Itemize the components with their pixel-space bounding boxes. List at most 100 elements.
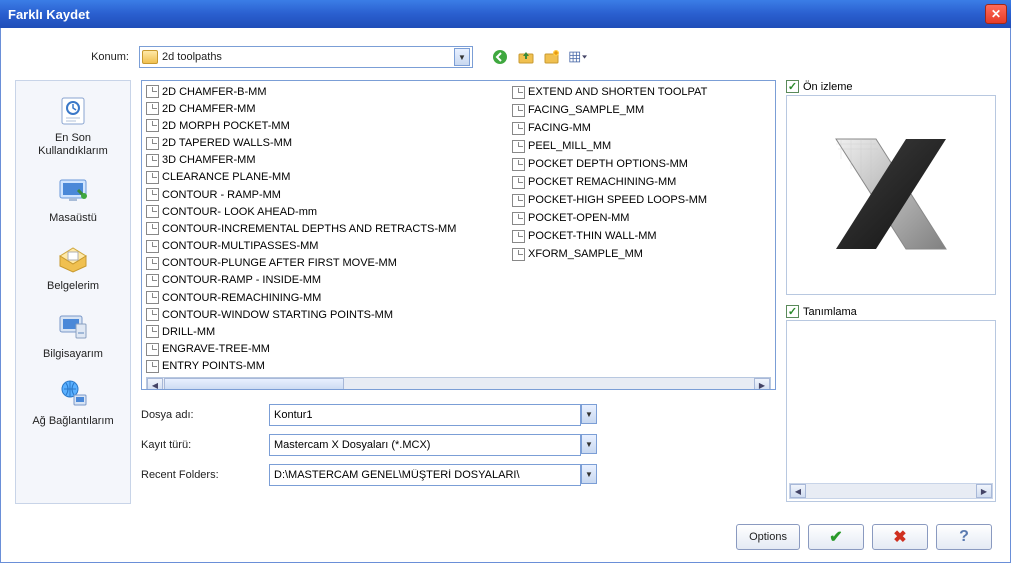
file-name: ENGRAVE-TREE-MM bbox=[162, 343, 270, 355]
file-item[interactable]: ENTRY POINTS-MM bbox=[146, 358, 512, 375]
chevron-down-icon[interactable]: ▼ bbox=[581, 404, 597, 424]
file-item[interactable]: 2D MORPH POCKET-MM bbox=[146, 117, 512, 134]
file-icon bbox=[512, 194, 525, 207]
file-item[interactable]: POCKET REMACHINING-MM bbox=[512, 173, 713, 191]
description-box[interactable]: ◀ ▶ bbox=[786, 320, 996, 502]
recent-folders-select[interactable] bbox=[269, 464, 581, 486]
dialog-body: Konum: 2d toolpaths ▼ bbox=[0, 28, 1011, 563]
file-name: CONTOUR- LOOK AHEAD-mm bbox=[162, 206, 317, 218]
file-icon bbox=[146, 240, 159, 253]
preview-checkbox[interactable]: ✓ bbox=[786, 80, 799, 93]
back-icon[interactable] bbox=[491, 48, 509, 66]
file-icon bbox=[146, 308, 159, 321]
file-item[interactable]: 2D TAPERED WALLS-MM bbox=[146, 135, 512, 152]
file-icon bbox=[146, 137, 159, 150]
close-button[interactable]: ✕ bbox=[985, 4, 1007, 24]
view-mode-icon[interactable] bbox=[569, 48, 587, 66]
file-name: 2D CHAMFER-B-MM bbox=[162, 86, 267, 98]
scroll-left-icon[interactable]: ◀ bbox=[790, 484, 806, 498]
file-icon bbox=[512, 122, 525, 135]
file-name: FACING_SAMPLE_MM bbox=[528, 104, 644, 116]
right-panel: ✓ Ön izleme bbox=[786, 80, 996, 504]
file-item[interactable]: DRILL-MM bbox=[146, 323, 512, 340]
file-item[interactable]: ENGRAVE-TREE-MM bbox=[146, 341, 512, 358]
file-item[interactable]: POCKET-HIGH SPEED LOOPS-MM bbox=[512, 191, 713, 209]
file-item[interactable]: CONTOUR-INCREMENTAL DEPTHS AND RETRACTS-… bbox=[146, 220, 512, 237]
file-item[interactable]: 2D CHAMFER-MM bbox=[146, 100, 512, 117]
description-checkbox[interactable]: ✓ bbox=[786, 305, 799, 318]
chevron-down-icon[interactable]: ▼ bbox=[454, 48, 470, 66]
file-icon bbox=[512, 104, 525, 117]
location-label: Konum: bbox=[77, 51, 139, 63]
location-combo[interactable]: 2d toolpaths ▼ bbox=[139, 46, 473, 68]
filetype-select[interactable] bbox=[269, 434, 581, 456]
file-name: 2D MORPH POCKET-MM bbox=[162, 120, 290, 132]
cancel-button[interactable]: ✖ bbox=[872, 524, 928, 550]
file-item[interactable]: CONTOUR - RAMP-MM bbox=[146, 186, 512, 203]
file-icon bbox=[146, 85, 159, 98]
sidebar-item-label: Belgelerim bbox=[20, 280, 126, 293]
file-item[interactable]: 2D CHAMFER-B-MM bbox=[146, 83, 512, 100]
description-label: Tanımlama bbox=[803, 306, 857, 318]
file-icon bbox=[146, 325, 159, 338]
sidebar-item-recent[interactable]: En Son Kullandıklarım bbox=[18, 87, 128, 167]
file-list-scrollbar[interactable]: ◀ ▶ bbox=[146, 377, 771, 390]
file-name: 2D CHAMFER-MM bbox=[162, 103, 256, 115]
nav-toolbar bbox=[491, 48, 587, 66]
sidebar-item-desktop[interactable]: Masaüstü bbox=[18, 167, 128, 235]
scroll-left-icon[interactable]: ◀ bbox=[147, 378, 163, 390]
sidebar-item-computer[interactable]: Bilgisayarım bbox=[18, 303, 128, 371]
preview-box bbox=[786, 95, 996, 295]
scroll-right-icon[interactable]: ▶ bbox=[976, 484, 992, 498]
file-item[interactable]: CONTOUR-REMACHINING-MM bbox=[146, 289, 512, 306]
file-name: EXTEND AND SHORTEN TOOLPAT bbox=[528, 86, 707, 98]
file-item[interactable]: FACING_SAMPLE_MM bbox=[512, 101, 713, 119]
file-item[interactable]: CONTOUR-RAMP - INSIDE-MM bbox=[146, 272, 512, 289]
file-item[interactable]: CONTOUR-WINDOW STARTING POINTS-MM bbox=[146, 306, 512, 323]
file-name: FACING-MM bbox=[528, 122, 591, 134]
file-item[interactable]: 3D CHAMFER-MM bbox=[146, 152, 512, 169]
file-item[interactable]: POCKET-OPEN-MM bbox=[512, 209, 713, 227]
chevron-down-icon[interactable]: ▼ bbox=[581, 464, 597, 484]
location-row: Konum: 2d toolpaths ▼ bbox=[15, 46, 996, 68]
file-item[interactable]: POCKET-THIN WALL-MM bbox=[512, 227, 713, 245]
dialog-buttons: Options ✔ ✖ ? bbox=[736, 524, 992, 550]
location-value: 2d toolpaths bbox=[162, 51, 454, 63]
file-icon bbox=[146, 222, 159, 235]
up-folder-icon[interactable] bbox=[517, 48, 535, 66]
help-button[interactable]: ? bbox=[936, 524, 992, 550]
filename-input[interactable] bbox=[269, 404, 581, 426]
window-title: Farklı Kaydet bbox=[8, 7, 90, 22]
ok-button[interactable]: ✔ bbox=[808, 524, 864, 550]
file-icon bbox=[146, 291, 159, 304]
file-item[interactable]: CONTOUR- LOOK AHEAD-mm bbox=[146, 203, 512, 220]
chevron-down-icon[interactable]: ▼ bbox=[581, 434, 597, 454]
sidebar-item-network[interactable]: Ağ Bağlantılarım bbox=[18, 370, 128, 438]
file-icon bbox=[512, 140, 525, 153]
file-item[interactable]: XFORM_SAMPLE_MM bbox=[512, 245, 713, 263]
scroll-right-icon[interactable]: ▶ bbox=[754, 378, 770, 390]
file-item[interactable]: EXTEND AND SHORTEN TOOLPAT bbox=[512, 83, 713, 101]
file-item[interactable]: CONTOUR-PLUNGE AFTER FIRST MOVE-MM bbox=[146, 255, 512, 272]
file-name: XFORM_SAMPLE_MM bbox=[528, 248, 643, 260]
file-list[interactable]: 2D CHAMFER-B-MM 2D CHAMFER-MM 2D MORPH POC… bbox=[141, 80, 776, 390]
scroll-thumb[interactable] bbox=[164, 378, 344, 390]
file-item[interactable]: PEEL_MILL_MM bbox=[512, 137, 713, 155]
sidebar-item-label: En Son Kullandıklarım bbox=[20, 132, 126, 157]
description-scrollbar[interactable]: ◀ ▶ bbox=[789, 483, 993, 499]
new-folder-icon[interactable] bbox=[543, 48, 561, 66]
file-item[interactable]: POCKET DEPTH OPTIONS-MM bbox=[512, 155, 713, 173]
description-check-row: ✓ Tanımlama bbox=[786, 305, 996, 318]
file-name: CONTOUR-MULTIPASSES-MM bbox=[162, 240, 318, 252]
file-name: POCKET-THIN WALL-MM bbox=[528, 230, 657, 242]
close-icon: ✕ bbox=[991, 7, 1001, 21]
sidebar-item-label: Bilgisayarım bbox=[20, 348, 126, 361]
file-item[interactable]: FACING-MM bbox=[512, 119, 713, 137]
file-icon bbox=[146, 154, 159, 167]
sidebar-item-documents[interactable]: Belgelerim bbox=[18, 235, 128, 303]
file-item[interactable]: CLEARANCE PLANE-MM bbox=[146, 169, 512, 186]
file-icon bbox=[512, 158, 525, 171]
options-button[interactable]: Options bbox=[736, 524, 800, 550]
file-item[interactable]: CONTOUR-MULTIPASSES-MM bbox=[146, 238, 512, 255]
file-icon bbox=[146, 274, 159, 287]
